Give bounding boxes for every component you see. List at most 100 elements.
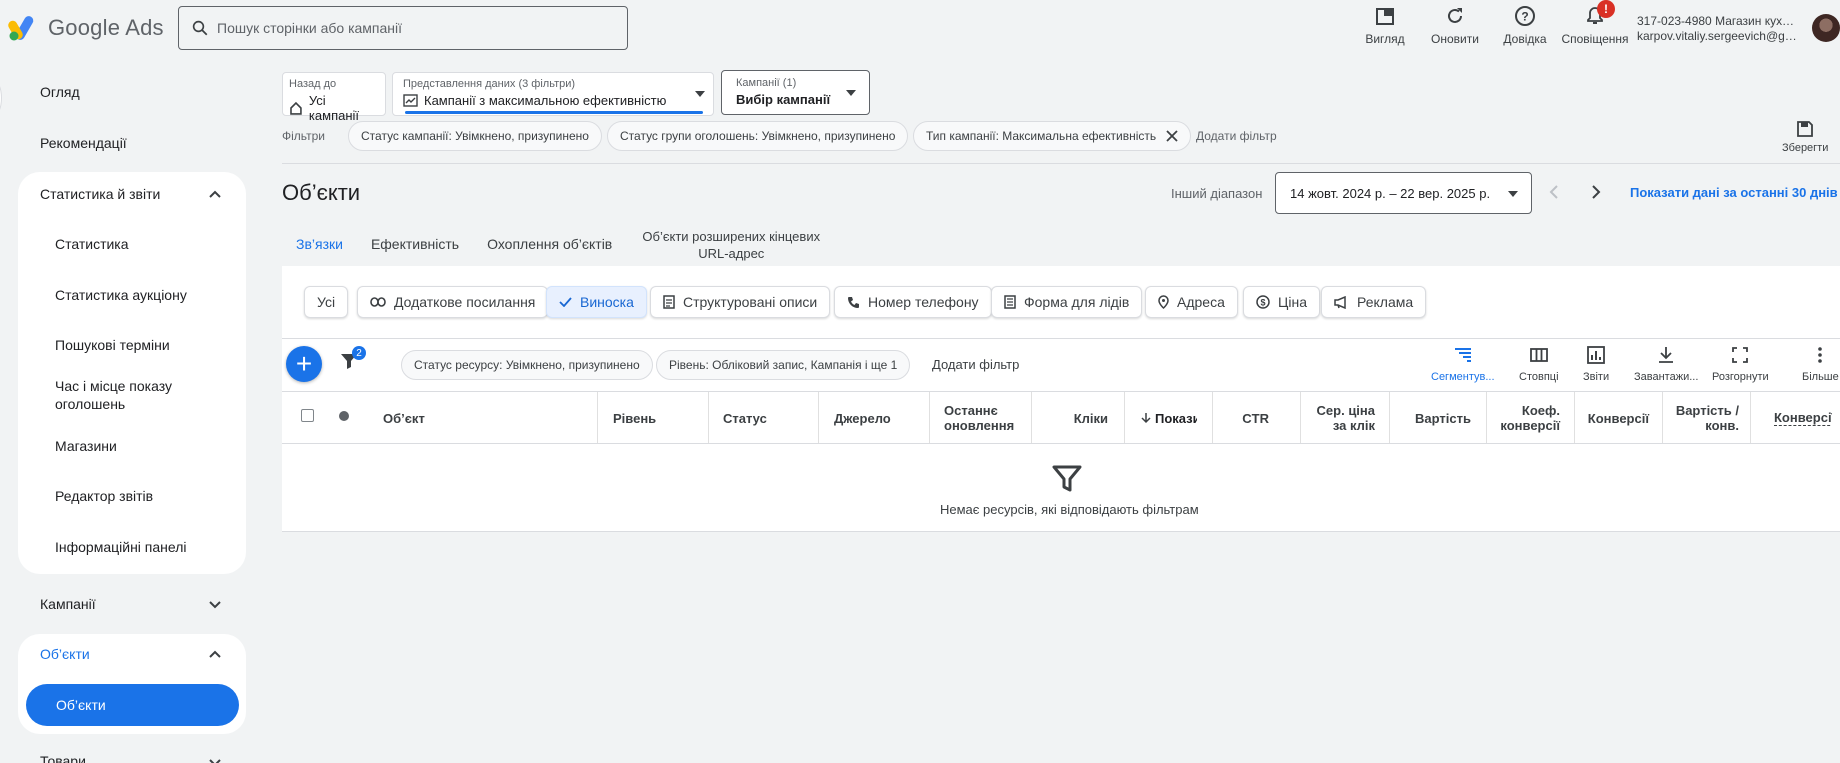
campaign-selector[interactable]: Кампанії (1) Вибір кампанії bbox=[721, 70, 870, 115]
nav-overview[interactable]: Огляд bbox=[40, 84, 80, 100]
save-button[interactable]: Зберегти bbox=[1782, 120, 1828, 154]
nav-recommendations[interactable]: Рекомендації bbox=[40, 135, 127, 151]
reports-button[interactable]: Звіти bbox=[1583, 345, 1609, 383]
search-icon bbox=[192, 20, 208, 36]
asset-type-all[interactable]: Усі bbox=[304, 286, 349, 318]
nav-when-where[interactable]: Час і місце показу оголошень bbox=[55, 377, 215, 413]
asset-type-price[interactable]: $ Ціна bbox=[1243, 286, 1320, 318]
price-icon: $ bbox=[1256, 295, 1270, 309]
sort-arrow-down-icon bbox=[1141, 413, 1151, 424]
appearance-icon bbox=[1376, 8, 1394, 25]
column-divider bbox=[708, 392, 709, 444]
column-divider bbox=[597, 392, 598, 444]
asset-type-phone[interactable]: Номер телефону bbox=[834, 286, 992, 318]
asset-type-promotion-label: Реклама bbox=[1357, 294, 1414, 310]
nav-dashboards[interactable]: Інформаційні панелі bbox=[55, 539, 187, 555]
chevron-up-icon[interactable] bbox=[207, 186, 223, 202]
asset-type-location-label: Адреса bbox=[1177, 294, 1225, 310]
refresh-button[interactable]: Оновити bbox=[1420, 4, 1490, 46]
search-input[interactable] bbox=[217, 20, 597, 36]
nav-report-editor[interactable]: Редактор звітів bbox=[55, 488, 153, 504]
avatar[interactable] bbox=[1812, 14, 1840, 42]
nav-auction-stats[interactable]: Статистика аукціону bbox=[55, 287, 187, 303]
asset-type-lead-form[interactable]: Форма для лідів bbox=[991, 286, 1143, 318]
column-header-last-updated[interactable]: Останнє оновлення bbox=[944, 392, 1030, 444]
help-button[interactable]: ? Довідка bbox=[1490, 4, 1560, 46]
chevron-down-icon[interactable] bbox=[207, 597, 223, 613]
google-ads-logo[interactable]: Google Ads bbox=[8, 14, 164, 42]
column-header-clicks[interactable]: Кліки bbox=[1032, 392, 1108, 444]
chevron-up-icon[interactable] bbox=[207, 646, 223, 662]
more-button[interactable]: Більше bbox=[1802, 345, 1839, 383]
add-table-filter-link[interactable]: Додати фільтр bbox=[932, 357, 1019, 372]
account-info[interactable]: 317-023-4980 Магазин кухон... karpov.vit… bbox=[1637, 14, 1797, 44]
asset-type-structured-snippets-label: Структуровані описи bbox=[683, 294, 818, 310]
dropdown-arrow-icon bbox=[695, 91, 705, 97]
nav-campaigns[interactable]: Кампанії bbox=[40, 596, 96, 612]
chevron-left-icon[interactable] bbox=[1548, 184, 1560, 200]
nav-stats-reports[interactable]: Статистика й звіти bbox=[40, 186, 160, 202]
panel-divider bbox=[282, 338, 1840, 339]
megaphone-icon bbox=[1334, 295, 1346, 309]
column-header-conv-rate[interactable]: Коеф. конверсії bbox=[1487, 392, 1560, 444]
link-icon bbox=[370, 297, 386, 307]
download-icon bbox=[1659, 347, 1674, 363]
nav-assets-group[interactable]: Об’єкти bbox=[40, 646, 90, 662]
notifications-button[interactable]: ! Сповіщення bbox=[1560, 0, 1630, 46]
column-header-ctr[interactable]: CTR bbox=[1213, 392, 1269, 444]
chevron-down-icon[interactable] bbox=[207, 755, 223, 763]
column-header-impressions[interactable]: Покази bbox=[1141, 392, 1197, 444]
date-range-picker[interactable]: 14 жовт. 2024 р. – 22 вер. 2025 р. bbox=[1275, 172, 1532, 214]
asset-type-structured-snippets[interactable]: Структуровані описи bbox=[650, 286, 831, 318]
column-header-cost[interactable]: Вартість bbox=[1390, 392, 1471, 444]
filter-chip-campaign-status[interactable]: Статус кампанії: Увімкнено, призупинено bbox=[348, 121, 602, 151]
column-header-conversions[interactable]: Конверсії bbox=[1575, 392, 1649, 444]
appearance-label: Вигляд bbox=[1365, 32, 1405, 46]
search-box[interactable] bbox=[178, 6, 628, 50]
segment-button[interactable]: Сегментув... bbox=[1431, 345, 1495, 383]
nav-search-terms[interactable]: Пошукові терміни bbox=[55, 337, 170, 353]
nav-collapse-handle[interactable] bbox=[0, 80, 2, 116]
nav-stats-item[interactable]: Статистика bbox=[55, 236, 129, 252]
filter-chip-level[interactable]: Рівень: Обліковий запис, Кампанія і ще 1 bbox=[656, 350, 911, 380]
more-label: Більше bbox=[1802, 371, 1839, 383]
asset-type-promotion[interactable]: Реклама bbox=[1321, 286, 1427, 318]
asset-type-sitelink[interactable]: Додаткове посилання bbox=[357, 286, 549, 318]
asset-type-location[interactable]: Адреса bbox=[1145, 286, 1238, 318]
nav-assets-active[interactable]: Об’єкти bbox=[26, 684, 239, 726]
columns-icon bbox=[1529, 348, 1548, 362]
dropdown-arrow-icon bbox=[846, 90, 856, 96]
close-icon[interactable] bbox=[1166, 130, 1178, 142]
column-header-level[interactable]: Рівень bbox=[613, 392, 709, 444]
filter-chip-campaign-type[interactable]: Тип кампанії: Максимальна ефективність bbox=[913, 121, 1192, 151]
column-header-cost-per-conv[interactable]: Вартість / конв. bbox=[1663, 392, 1739, 444]
filter-toggle-button[interactable]: 2 bbox=[340, 346, 366, 373]
last-30-days-link[interactable]: Показати дані за останні 30 днів bbox=[1630, 185, 1838, 200]
filter-chip-adgroup-status[interactable]: Статус групи оголошень: Увімкнено, призу… bbox=[607, 121, 909, 151]
column-header-status[interactable]: Статус bbox=[723, 392, 817, 444]
add-asset-button[interactable]: + bbox=[286, 346, 322, 382]
columns-button[interactable]: Стовпці bbox=[1519, 345, 1559, 383]
svg-text:?: ? bbox=[1521, 10, 1528, 24]
back-to-button[interactable]: Назад до Усі кампанії bbox=[282, 72, 386, 123]
column-header-source[interactable]: Джерело bbox=[834, 392, 928, 444]
asset-type-callout[interactable]: Виноска bbox=[546, 286, 647, 318]
nav-products[interactable]: Товари bbox=[40, 753, 86, 763]
column-header-asset[interactable]: Об’єкт bbox=[383, 392, 593, 444]
filter-chip-campaign-type-label: Тип кампанії: Максимальна ефективність bbox=[926, 129, 1157, 143]
column-header-conversions-2[interactable]: Конверсії bbox=[1774, 392, 1832, 444]
nav-stores[interactable]: Магазини bbox=[55, 438, 117, 454]
view-selector[interactable]: Представлення даних (3 фільтри) Кампанії… bbox=[392, 72, 714, 116]
appearance-button[interactable]: Вигляд bbox=[1350, 4, 1420, 46]
add-filter-link[interactable]: Додати фільтр bbox=[1196, 129, 1277, 143]
expand-button[interactable]: Розгорнути bbox=[1712, 345, 1769, 383]
select-all-checkbox[interactable] bbox=[301, 409, 314, 422]
location-icon bbox=[1158, 295, 1169, 309]
reports-icon bbox=[1587, 346, 1605, 364]
segment-label: Сегментув... bbox=[1431, 371, 1495, 383]
chevron-right-icon[interactable] bbox=[1590, 184, 1602, 200]
refresh-icon bbox=[1448, 8, 1462, 23]
column-header-avg-cpc[interactable]: Сер. ціна за клік bbox=[1301, 392, 1375, 444]
filter-chip-resource-status[interactable]: Статус ресурсу: Увімкнено, призупинено bbox=[401, 350, 653, 380]
download-button[interactable]: Завантажи... bbox=[1634, 345, 1698, 383]
